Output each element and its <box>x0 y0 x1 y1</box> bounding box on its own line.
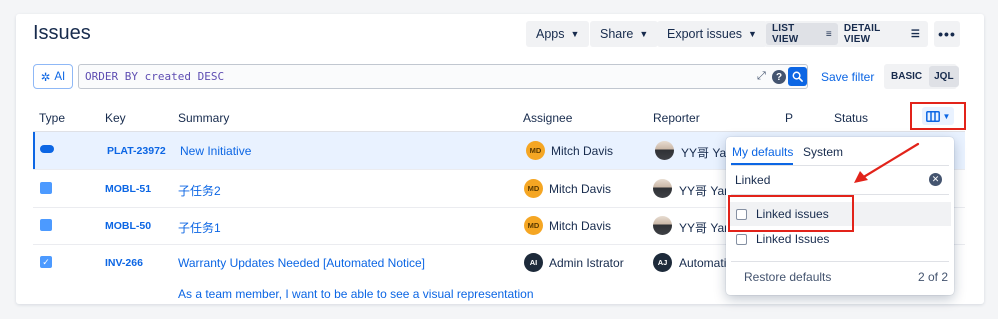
apps-label: Apps <box>536 27 565 41</box>
selected-count: 2 of 2 <box>918 270 949 284</box>
detail-icon: ☰ <box>910 28 920 40</box>
jql-mode-button[interactable]: JQL <box>929 66 959 87</box>
annotation-highlight <box>728 195 854 232</box>
chevron-down-icon: ▼ <box>942 111 951 121</box>
assignee-name: Mitch Davis <box>551 144 614 158</box>
search-button[interactable] <box>788 67 807 86</box>
issue-summary[interactable]: New Initiative <box>180 144 251 158</box>
subtask-icon <box>40 182 52 194</box>
basic-mode-button[interactable]: BASIC <box>886 66 927 87</box>
avatar: MD <box>524 216 543 235</box>
issue-key[interactable]: MOBL-51 <box>105 183 151 195</box>
list-icon: ≡ <box>825 28 832 40</box>
page-title: Issues <box>33 22 91 44</box>
help-icon[interactable]: ? <box>772 70 786 84</box>
avatar <box>653 216 672 235</box>
avatar: AJ <box>653 253 672 272</box>
column-header-reporter[interactable]: Reporter <box>653 111 700 125</box>
chevron-down-icon: ▼ <box>570 29 580 39</box>
assignee-name: Admin Istrator <box>549 256 624 270</box>
tab-my-defaults[interactable]: My defaults <box>732 145 793 159</box>
search-mode-toggle: BASIC JQL <box>884 64 959 89</box>
subtask-icon <box>40 219 52 231</box>
avatar <box>653 179 672 198</box>
detail-view-label: DETAIL VIEW <box>843 23 881 45</box>
assignee-name: Mitch Davis <box>549 182 612 196</box>
reporter-name: Automati <box>679 256 727 270</box>
avatar: MD <box>526 141 545 160</box>
export-issues-button[interactable]: Export issues ▼ <box>657 21 767 47</box>
export-label: Export issues <box>667 27 743 41</box>
column-header-status[interactable]: Status <box>834 111 868 125</box>
issue-summary[interactable]: As a team member, I want to be able to s… <box>178 287 534 301</box>
tab-system[interactable]: System <box>803 145 843 159</box>
issue-summary[interactable]: 子任务2 <box>178 182 221 199</box>
column-option-label: Linked Issues <box>756 232 830 246</box>
issue-key[interactable]: MOBL-50 <box>105 220 151 232</box>
more-actions-button[interactable]: ••• <box>934 21 960 47</box>
avatar <box>655 141 674 160</box>
column-header-key[interactable]: Key <box>105 111 126 125</box>
avatar: AI <box>524 253 543 272</box>
avatar: MD <box>524 179 543 198</box>
chevron-down-icon: ▼ <box>639 29 649 39</box>
chevron-down-icon: ▼ <box>748 29 757 39</box>
clear-icon[interactable]: ✕ <box>929 173 942 186</box>
column-search-value[interactable]: Linked <box>735 173 770 187</box>
issue-summary[interactable]: 子任务1 <box>178 219 221 236</box>
issue-summary[interactable]: Warranty Updates Needed [Automated Notic… <box>178 256 425 270</box>
view-toggle: LIST VIEW ≡ DETAIL VIEW ☰ <box>764 21 928 47</box>
checkbox[interactable] <box>736 234 747 245</box>
reporter-name: YY哥 Yan <box>679 221 731 235</box>
issue-key[interactable]: INV-266 <box>105 257 143 269</box>
ai-label: AI <box>54 70 66 83</box>
list-view-label: LIST VIEW <box>772 23 799 45</box>
expand-icon[interactable]: ⤢ <box>757 70 766 83</box>
apps-button[interactable]: Apps ▼ <box>526 21 590 47</box>
initiative-icon <box>40 145 54 153</box>
reporter-name: YY哥 Yan <box>679 184 731 198</box>
jql-query-text[interactable]: ORDER BY created DESC <box>85 70 224 83</box>
sparkle-icon: ✲ <box>40 71 51 84</box>
column-header-summary[interactable]: Summary <box>178 111 229 125</box>
assignee-name: Mitch Davis <box>549 219 612 233</box>
columns-icon: ▼ <box>922 107 954 125</box>
list-view-button[interactable]: LIST VIEW ≡ <box>766 23 838 45</box>
search-icon <box>792 71 803 82</box>
save-filter-link[interactable]: Save filter <box>821 70 874 84</box>
column-picker-button[interactable]: ▼ <box>910 102 966 130</box>
jql-input[interactable]: ORDER BY created DESC ⤢ ? <box>78 64 808 89</box>
restore-defaults-link[interactable]: Restore defaults <box>744 270 831 284</box>
share-label: Share <box>600 27 634 41</box>
more-icon: ••• <box>938 26 956 42</box>
ai-search-button[interactable]: ✲ AI <box>33 64 73 89</box>
footer-divider <box>731 261 949 262</box>
task-icon: ✓ <box>40 256 52 268</box>
column-header-type[interactable]: Type <box>39 111 65 125</box>
issue-key[interactable]: PLAT-23972 <box>107 145 166 157</box>
column-header-assignee[interactable]: Assignee <box>523 111 572 125</box>
annotation-arrow-icon <box>854 142 920 183</box>
column-header-priority[interactable]: P <box>785 111 793 125</box>
share-button[interactable]: Share ▼ <box>590 21 659 47</box>
detail-view-button[interactable]: DETAIL VIEW ☰ <box>838 23 926 45</box>
